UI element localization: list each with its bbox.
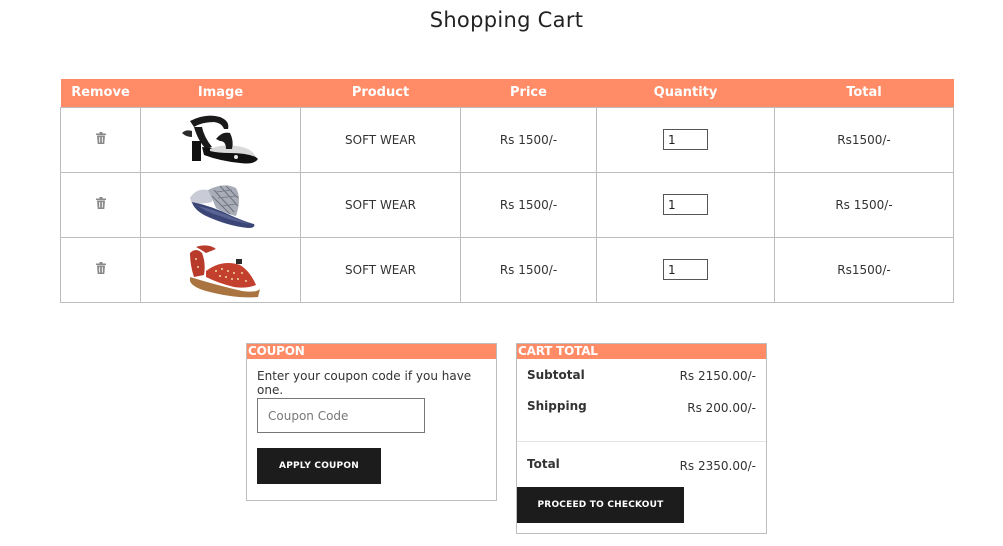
subtotal-value: Rs 2150.00/- (679, 369, 756, 383)
trash-icon[interactable] (95, 262, 106, 274)
page-title: Shopping Cart (429, 8, 584, 32)
coupon-panel: COUPON Enter your coupon code if you hav… (246, 343, 497, 501)
proceed-to-checkout-button[interactable]: PROCEED TO CHECKOUT (517, 487, 684, 523)
table-header-row: Remove Image Product Price Quantity Tota… (60, 79, 954, 107)
header-product: Product (300, 79, 461, 107)
row-total: Rs1500/- (774, 106, 954, 173)
table-row: SOFT WEAR Rs 1500/- Rs1500/- (60, 106, 954, 173)
cart-total-header: CART TOTAL (517, 344, 766, 359)
product-name: SOFT WEAR (300, 171, 461, 238)
quantity-cell (596, 106, 775, 173)
coupon-instructions: Enter your coupon code if you have one. (257, 369, 472, 397)
remove-cell (60, 171, 141, 238)
product-price: Rs 1500/- (460, 171, 597, 238)
quantity-cell (596, 236, 775, 303)
red-peep-toe-flat-image[interactable] (176, 241, 266, 299)
shipping-label: Shipping (527, 399, 587, 413)
quantity-cell (596, 171, 775, 238)
image-cell (140, 106, 301, 173)
black-heel-sandal-image[interactable] (176, 111, 266, 169)
image-cell (140, 171, 301, 238)
header-total: Total (774, 79, 954, 107)
table-row: SOFT WEAR Rs 1500/- Rs1500/- (60, 236, 954, 303)
blue-flat-sandal-image[interactable] (176, 176, 266, 234)
shipping-value: Rs 200.00/- (687, 401, 756, 415)
divider (517, 441, 766, 442)
table-row: SOFT WEAR Rs 1500/- Rs 1500/- (60, 171, 954, 238)
product-name: SOFT WEAR (300, 236, 461, 303)
cart-table: Remove Image Product Price Quantity Tota… (60, 79, 954, 303)
product-price: Rs 1500/- (460, 236, 597, 303)
subtotal-label: Subtotal (527, 368, 585, 382)
total-label: Total (527, 457, 560, 471)
product-name: SOFT WEAR (300, 106, 461, 173)
quantity-input[interactable] (663, 259, 708, 280)
quantity-input[interactable] (663, 129, 708, 150)
trash-icon[interactable] (95, 197, 106, 209)
header-remove: Remove (60, 79, 141, 107)
remove-cell (60, 106, 141, 173)
product-price: Rs 1500/- (460, 106, 597, 173)
remove-cell (60, 236, 141, 303)
coupon-header: COUPON (247, 344, 496, 359)
header-quantity: Quantity (596, 79, 775, 107)
header-image: Image (140, 79, 301, 107)
row-total: Rs 1500/- (774, 171, 954, 238)
image-cell (140, 236, 301, 303)
apply-coupon-button[interactable]: APPLY COUPON (257, 448, 381, 484)
quantity-input[interactable] (663, 194, 708, 215)
trash-icon[interactable] (95, 132, 106, 144)
coupon-code-input[interactable] (257, 398, 425, 433)
cart-total-panel: CART TOTAL Subtotal Rs 2150.00/- Shippin… (516, 343, 767, 534)
total-value: Rs 2350.00/- (679, 459, 756, 473)
header-price: Price (460, 79, 597, 107)
row-total: Rs1500/- (774, 236, 954, 303)
